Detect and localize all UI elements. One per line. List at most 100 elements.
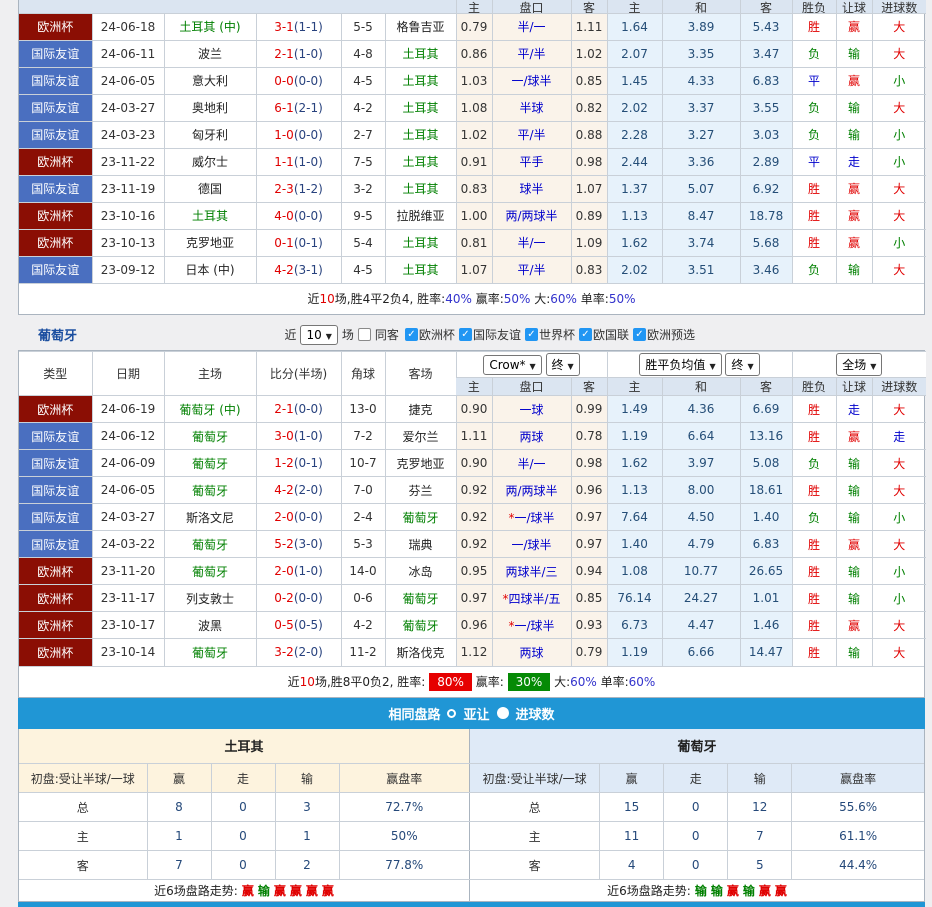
handicap-result-cell: 赢 bbox=[836, 229, 872, 256]
handicap-cell: *四球半/五 bbox=[492, 585, 571, 612]
league-checkbox[interactable]: ✓ bbox=[405, 328, 418, 341]
col-lose: 输 bbox=[728, 764, 792, 793]
asian-handicap-radio[interactable] bbox=[447, 709, 456, 718]
win-rate: 77.8% bbox=[339, 851, 469, 880]
fulltime-score: 0-5 bbox=[274, 618, 294, 632]
handicap-result-cell: 输 bbox=[836, 585, 872, 612]
goals-radio-label[interactable]: 进球数 bbox=[516, 704, 555, 723]
handicap-value: 半/一 bbox=[518, 20, 546, 34]
asian-home-odds: 0.91 bbox=[456, 148, 492, 175]
euro-away-odds: 1.46 bbox=[740, 612, 792, 639]
euro-final-select[interactable]: 终▼ bbox=[725, 353, 759, 376]
league-checkbox[interactable]: ✓ bbox=[579, 328, 592, 341]
odds-type-select[interactable]: 胜平负均值▼ bbox=[639, 353, 721, 376]
asian-away-odds: 0.97 bbox=[571, 504, 607, 531]
euro-home-odds: 1.13 bbox=[607, 202, 662, 229]
league-checkbox[interactable]: ✓ bbox=[525, 328, 538, 341]
away-team-cell: 土耳其 bbox=[385, 94, 456, 121]
league-cell: 欧洲杯 bbox=[19, 148, 92, 175]
handicap-result-cell: 输 bbox=[836, 256, 872, 283]
score-cell: 1-2(0-1) bbox=[256, 450, 341, 477]
league-cell: 国际友谊 bbox=[19, 175, 92, 202]
corner-cell: 2-4 bbox=[341, 504, 385, 531]
match-row: 国际友谊 24-03-22 葡萄牙 5-2(3-0) 5-3 瑞典 0.92 一… bbox=[19, 531, 926, 558]
euro-draw-odds: 4.33 bbox=[662, 67, 740, 94]
league-cell: 欧洲杯 bbox=[19, 585, 92, 612]
league-checkbox[interactable]: ✓ bbox=[459, 328, 472, 341]
league-filter-item: ✓欧国联 bbox=[579, 326, 631, 343]
trend-item: 输 bbox=[711, 884, 723, 898]
fulltime-score: 3-2 bbox=[274, 645, 294, 659]
league-checkbox-label: 欧国联 bbox=[593, 326, 629, 343]
home-team-cell: 匈牙利 bbox=[164, 121, 256, 148]
league-cell: 欧洲杯 bbox=[19, 639, 92, 666]
lose-count: 2 bbox=[275, 851, 339, 880]
fulltime-score: 2-3 bbox=[274, 182, 294, 196]
corner-cell: 11-2 bbox=[341, 639, 385, 666]
asian-home-odds: 1.02 bbox=[456, 121, 492, 148]
asian-handicap-radio-label[interactable]: 亚让 bbox=[463, 704, 489, 723]
asian-home-odds: 0.81 bbox=[456, 229, 492, 256]
goals-radio[interactable] bbox=[497, 707, 509, 719]
league-cell: 欧洲杯 bbox=[19, 396, 92, 423]
handicap-cell: 平/半 bbox=[492, 256, 571, 283]
home-team-cell: 德国 bbox=[164, 175, 256, 202]
home-team-cell: 葡萄牙 bbox=[164, 477, 256, 504]
win-rate: 55.6% bbox=[792, 793, 924, 822]
handicap-result-cell: 赢 bbox=[836, 423, 872, 450]
league-checkbox[interactable]: ✓ bbox=[633, 328, 646, 341]
euro-away-odds: 3.47 bbox=[740, 40, 792, 67]
recent-count-select[interactable]: 10▼ bbox=[300, 325, 337, 345]
comparison-row: 主 11 0 7 61.1% bbox=[470, 822, 924, 851]
asian-final-select[interactable]: 终▼ bbox=[546, 353, 580, 376]
euro-draw-odds: 5.07 bbox=[662, 175, 740, 202]
away-team-cell: 葡萄牙 bbox=[385, 504, 456, 531]
corner-cell: 10-7 bbox=[341, 450, 385, 477]
away-team-cell: 土耳其 bbox=[385, 229, 456, 256]
asian-away-odds: 1.02 bbox=[571, 40, 607, 67]
bookmaker-select[interactable]: Crow*▼ bbox=[483, 355, 541, 375]
scope-select[interactable]: 全场▼ bbox=[836, 353, 882, 376]
handicap-result-cell: 输 bbox=[836, 639, 872, 666]
lose-count: 5 bbox=[728, 851, 792, 880]
col-win: 赢 bbox=[600, 764, 664, 793]
euro-home-odds: 1.08 bbox=[607, 558, 662, 585]
goals-result-cell: 大 bbox=[872, 13, 926, 40]
col-win-rate: 赢盘率 bbox=[339, 764, 469, 793]
asian-away-odds: 0.98 bbox=[571, 148, 607, 175]
asian-away-odds: 0.85 bbox=[571, 67, 607, 94]
goals-result-cell: 大 bbox=[872, 256, 926, 283]
date-cell: 24-03-23 bbox=[92, 121, 164, 148]
euro-draw-odds: 3.51 bbox=[662, 256, 740, 283]
away-team-cell: 葡萄牙 bbox=[385, 585, 456, 612]
col-home: 主场 bbox=[164, 352, 256, 396]
asian-home-odds: 0.79 bbox=[456, 13, 492, 40]
corner-cell: 3-2 bbox=[341, 175, 385, 202]
halftime-score: (0-0) bbox=[294, 591, 323, 605]
goals-result-cell: 大 bbox=[872, 450, 926, 477]
comparison-header-row: 初盘:受让半球/一球 赢 走 输 赢盘率 bbox=[19, 764, 469, 793]
euro-home-odds: 2.28 bbox=[607, 121, 662, 148]
col-euro-draw: 和 bbox=[663, 2, 740, 14]
asian-home-odds: 0.90 bbox=[456, 450, 492, 477]
euro-home-odds: 1.13 bbox=[607, 477, 662, 504]
result-cell: 胜 bbox=[792, 531, 836, 558]
away-team-cell: 土耳其 bbox=[385, 67, 456, 94]
away-team-cell: 土耳其 bbox=[385, 175, 456, 202]
handicap-result-cell: 走 bbox=[836, 148, 872, 175]
col-date: 日期 bbox=[92, 352, 164, 396]
same-away-checkbox[interactable] bbox=[358, 328, 371, 341]
asian-away-odds: 1.11 bbox=[571, 13, 607, 40]
win-count: 11 bbox=[600, 822, 664, 851]
date-cell: 24-03-27 bbox=[92, 94, 164, 121]
result-cell: 负 bbox=[792, 94, 836, 121]
trend-row: 近6场盘路走势:输输赢输赢赢 bbox=[470, 880, 924, 901]
comparison-row: 总 15 0 12 55.6% bbox=[470, 793, 924, 822]
col-win-rate: 赢盘率 bbox=[792, 764, 924, 793]
win-rate: 50% bbox=[339, 822, 469, 851]
match-row: 国际友谊 23-11-19 德国 2-3(1-2) 3-2 土耳其 0.83 球… bbox=[19, 175, 926, 202]
portugal-match-table: 类型 日期 主场 比分(半场) 角球 客场 Crow*▼ 终▼ 胜平负均值▼ 终… bbox=[19, 351, 926, 666]
euro-home-odds: 1.64 bbox=[607, 13, 662, 40]
goals-result-cell: 小 bbox=[872, 148, 926, 175]
score-cell: 4-2(3-1) bbox=[256, 256, 341, 283]
